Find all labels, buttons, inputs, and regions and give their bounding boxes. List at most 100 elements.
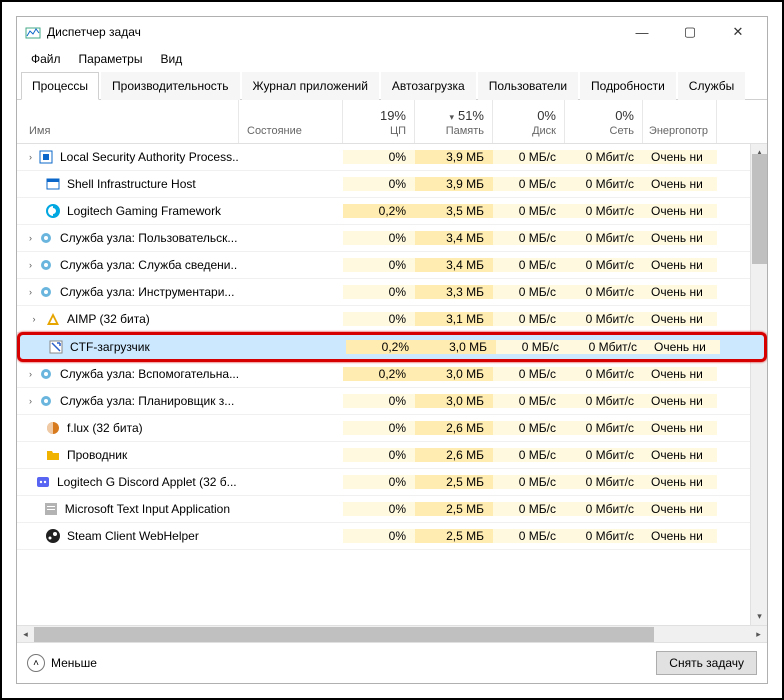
process-cpu: 0% bbox=[343, 529, 415, 543]
table-row[interactable]: Logitech Gaming Framework0,2%3,5 МБ0 МБ/… bbox=[17, 198, 767, 225]
process-name: Steam Client WebHelper bbox=[67, 529, 199, 543]
table-row[interactable]: ›Служба узла: Планировщик з...0%3,0 МБ0 … bbox=[17, 388, 767, 415]
table-row[interactable]: Shell Infrastructure Host0%3,9 МБ0 МБ/с0… bbox=[17, 171, 767, 198]
process-disk: 0 МБ/с bbox=[493, 367, 565, 381]
process-network: 0 Мбит/с bbox=[565, 394, 643, 408]
scroll-down-icon[interactable]: ▾ bbox=[751, 608, 767, 625]
process-disk: 0 МБ/с bbox=[493, 150, 565, 164]
process-cpu: 0% bbox=[343, 312, 415, 326]
tab-users[interactable]: Пользователи bbox=[478, 72, 578, 100]
fewer-details-button[interactable]: ˄ Меньше bbox=[27, 654, 97, 672]
expand-toggle[interactable]: › bbox=[29, 233, 32, 243]
process-memory: 3,4 МБ bbox=[415, 231, 493, 245]
col-status[interactable]: Состояние bbox=[239, 100, 343, 143]
process-power: Очень ни bbox=[643, 421, 717, 435]
process-network: 0 Мбит/с bbox=[565, 150, 643, 164]
table-row[interactable]: CTF-загрузчик0,2%3,0 МБ0 МБ/с0 Мбит/сОче… bbox=[17, 332, 767, 362]
tab-app-history[interactable]: Журнал приложений bbox=[242, 72, 379, 100]
maximize-button[interactable]: ▢ bbox=[675, 22, 705, 42]
process-network: 0 Мбит/с bbox=[565, 448, 643, 462]
table-row[interactable]: ›Служба узла: Инструментари...0%3,3 МБ0 … bbox=[17, 279, 767, 306]
menubar: Файл Параметры Вид bbox=[17, 47, 767, 71]
expand-toggle[interactable]: › bbox=[29, 396, 32, 406]
vertical-scrollbar[interactable]: ▴ ▾ bbox=[750, 144, 767, 625]
process-name: Shell Infrastructure Host bbox=[67, 177, 196, 191]
process-power: Очень ни bbox=[643, 177, 717, 191]
table-row[interactable]: ›Служба узла: Служба сведени...0%3,4 МБ0… bbox=[17, 252, 767, 279]
process-name: Служба узла: Инструментари... bbox=[60, 285, 234, 299]
process-disk: 0 МБ/с bbox=[493, 177, 565, 191]
gear-icon bbox=[38, 366, 54, 382]
menu-options[interactable]: Параметры bbox=[71, 49, 151, 69]
tab-startup[interactable]: Автозагрузка bbox=[381, 72, 476, 100]
process-network: 0 Мбит/с bbox=[565, 367, 643, 381]
table-row[interactable]: ›Служба узла: Пользовательск...0%3,4 МБ0… bbox=[17, 225, 767, 252]
table-row[interactable]: Microsoft Text Input Application0%2,5 МБ… bbox=[17, 496, 767, 523]
process-cpu: 0% bbox=[343, 394, 415, 408]
table-row[interactable]: Проводник0%2,6 МБ0 МБ/с0 Мбит/сОчень ни bbox=[17, 442, 767, 469]
col-memory[interactable]: ▾51%Память bbox=[415, 100, 493, 143]
table-row[interactable]: f.lux (32 бита)0%2,6 МБ0 МБ/с0 Мбит/сОче… bbox=[17, 415, 767, 442]
discord-icon bbox=[35, 474, 51, 490]
menu-view[interactable]: Вид bbox=[152, 49, 190, 69]
process-power: Очень ни bbox=[643, 529, 717, 543]
expand-toggle[interactable]: › bbox=[29, 314, 39, 324]
process-name: Служба узла: Служба сведени... bbox=[60, 258, 239, 272]
expand-toggle[interactable]: › bbox=[29, 260, 32, 270]
window-icon bbox=[45, 176, 61, 192]
process-name: AIMP (32 бита) bbox=[67, 312, 150, 326]
close-button[interactable]: ✕ bbox=[723, 22, 753, 42]
gear-icon bbox=[38, 393, 54, 409]
table-row[interactable]: Steam Client WebHelper0%2,5 МБ0 МБ/с0 Мб… bbox=[17, 523, 767, 550]
tab-services[interactable]: Службы bbox=[678, 72, 745, 100]
process-disk: 0 МБ/с bbox=[493, 529, 565, 543]
task-manager-window: Диспетчер задач — ▢ ✕ Файл Параметры Вид… bbox=[16, 16, 768, 684]
tab-processes[interactable]: Процессы bbox=[21, 72, 99, 100]
scroll-thumb-h[interactable] bbox=[34, 627, 654, 642]
process-name: Logitech Gaming Framework bbox=[67, 204, 221, 218]
process-memory: 2,6 МБ bbox=[415, 448, 493, 462]
col-power[interactable]: Энергопотр bbox=[643, 100, 717, 143]
expand-toggle[interactable]: › bbox=[29, 369, 32, 379]
process-memory: 3,0 МБ bbox=[415, 394, 493, 408]
process-disk: 0 МБ/с bbox=[493, 502, 565, 516]
tabs: Процессы Производительность Журнал прило… bbox=[17, 71, 767, 100]
expand-toggle[interactable]: › bbox=[29, 287, 32, 297]
process-disk: 0 МБ/с bbox=[493, 258, 565, 272]
col-cpu[interactable]: 19%ЦП bbox=[343, 100, 415, 143]
table-row[interactable]: Logitech G Discord Applet (32 б...0%2,5 … bbox=[17, 469, 767, 496]
process-power: Очень ни bbox=[643, 285, 717, 299]
col-name[interactable]: Имя bbox=[17, 100, 239, 143]
horizontal-scrollbar[interactable]: ◂ ▸ bbox=[17, 625, 767, 642]
scroll-right-icon[interactable]: ▸ bbox=[750, 626, 767, 643]
end-task-button[interactable]: Снять задачу bbox=[656, 651, 757, 675]
menu-file[interactable]: Файл bbox=[23, 49, 69, 69]
process-name: CTF-загрузчик bbox=[70, 340, 150, 354]
process-name: Logitech G Discord Applet (32 б... bbox=[57, 475, 237, 489]
process-memory: 3,0 МБ bbox=[418, 340, 496, 354]
table-row[interactable]: ›Служба узла: Вспомогательна...0,2%3,0 М… bbox=[17, 361, 767, 388]
process-network: 0 Мбит/с bbox=[565, 231, 643, 245]
process-memory: 3,3 МБ bbox=[415, 285, 493, 299]
process-name: Local Security Authority Process... bbox=[60, 150, 239, 164]
process-network: 0 Мбит/с bbox=[565, 421, 643, 435]
sort-descending-icon: ▾ bbox=[449, 112, 454, 122]
steam-icon bbox=[45, 528, 61, 544]
tab-performance[interactable]: Производительность bbox=[101, 72, 239, 100]
process-network: 0 Мбит/с bbox=[565, 502, 643, 516]
textapp-icon bbox=[43, 501, 59, 517]
process-memory: 3,1 МБ bbox=[415, 312, 493, 326]
table-row[interactable]: ›Local Security Authority Process...0%3,… bbox=[17, 144, 767, 171]
process-name: Microsoft Text Input Application bbox=[65, 502, 230, 516]
process-cpu: 0% bbox=[343, 475, 415, 489]
scroll-left-icon[interactable]: ◂ bbox=[17, 626, 34, 643]
process-power: Очень ни bbox=[643, 394, 717, 408]
process-network: 0 Мбит/с bbox=[565, 258, 643, 272]
scroll-thumb-v[interactable] bbox=[752, 154, 767, 264]
minimize-button[interactable]: — bbox=[627, 22, 657, 42]
expand-toggle[interactable]: › bbox=[29, 152, 32, 162]
col-disk[interactable]: 0%Диск bbox=[493, 100, 565, 143]
col-network[interactable]: 0%Сеть bbox=[565, 100, 643, 143]
table-row[interactable]: ›AIMP (32 бита)0%3,1 МБ0 МБ/с0 Мбит/сОче… bbox=[17, 306, 767, 333]
tab-details[interactable]: Подробности bbox=[580, 72, 676, 100]
